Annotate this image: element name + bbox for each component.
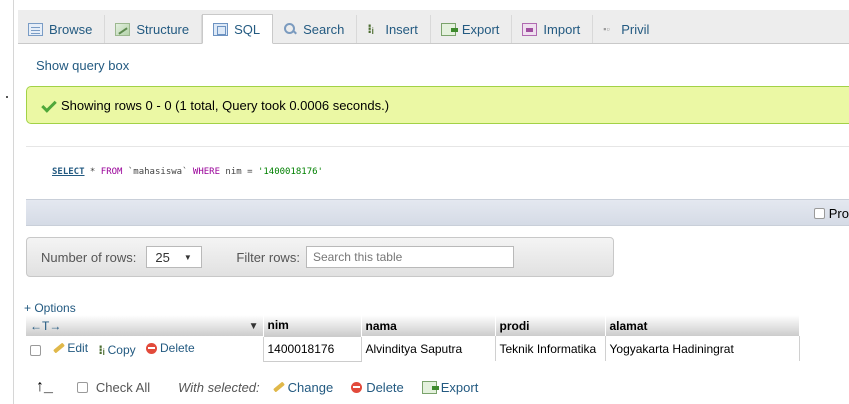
- top-menu-tabs: Browse Structure SQL Search ⁝ᵢ Insert Ex…: [18, 10, 849, 44]
- rows-count-label: Number of rows:: [41, 249, 137, 265]
- filter-rows-label: Filter rows:: [236, 249, 300, 265]
- tab-import-label: Import: [543, 21, 581, 37]
- tab-export-label: Export: [461, 21, 500, 37]
- profiling-toggle[interactable]: Pro: [813, 206, 849, 221]
- success-message: Showing rows 0 - 0 (1 total, Query took …: [26, 86, 849, 124]
- profiling-checkbox[interactable]: [813, 208, 825, 219]
- tab-import[interactable]: Import: [512, 15, 594, 43]
- bulk-delete-button[interactable]: Delete: [351, 380, 404, 395]
- insert-icon: ⁝ᵢ: [367, 21, 374, 36]
- sql-query-display: SELECT * FROM `mahasiswa` WHERE nim = '1…: [26, 146, 849, 198]
- row-delete-button[interactable]: Delete: [146, 341, 195, 355]
- pencil-icon: [272, 381, 284, 393]
- export-icon: [440, 22, 458, 36]
- show-query-box-link[interactable]: Show query box: [36, 58, 129, 73]
- check-icon: [41, 100, 55, 110]
- bulk-export-button[interactable]: Export: [421, 379, 479, 395]
- navigation-collapse-rail[interactable]: [0, 0, 14, 404]
- pencil-icon: [52, 342, 64, 354]
- profiling-label: Pro: [828, 206, 849, 221]
- sql-star: *: [84, 167, 101, 177]
- bulk-export-label: Export: [440, 379, 479, 395]
- tab-browse[interactable]: Browse: [18, 15, 106, 43]
- tab-sql[interactable]: SQL: [202, 14, 274, 44]
- navigation-bar: Number of rows: 25 ▼ Filter rows:: [26, 237, 614, 277]
- tab-browse-label: Browse: [49, 21, 93, 37]
- row-checkbox[interactable]: [30, 344, 41, 356]
- column-header-prodi[interactable]: prodi: [495, 315, 606, 336]
- check-all-checkbox[interactable]: [76, 381, 88, 393]
- sql-condition: nim =: [220, 167, 258, 177]
- sql-table-name: `mahasiswa`: [122, 167, 193, 177]
- results-table: ←T→ ▼ nim nama prodi alamat Edit ⁝ᵢ Copy: [26, 315, 800, 362]
- tab-export[interactable]: Export: [431, 15, 513, 43]
- export-icon: [421, 380, 439, 394]
- sql-query-toolbar: Pro: [26, 199, 849, 226]
- browse-icon: [28, 22, 43, 36]
- check-all-label: Check All: [95, 379, 151, 395]
- row-copy-button[interactable]: ⁝ᵢ Copy: [98, 343, 135, 357]
- collapse-grip-icon: [6, 96, 8, 98]
- check-all-toggle[interactable]: Check All: [76, 379, 151, 395]
- tab-insert-label: Insert: [385, 21, 418, 37]
- table-header-row: ←T→ ▼ nim nama prodi alamat: [26, 315, 800, 336]
- tab-structure-label: Structure: [136, 21, 190, 37]
- delete-icon: [351, 381, 363, 393]
- tab-sql-label: SQL: [234, 21, 261, 37]
- row-copy-label: Copy: [107, 342, 136, 357]
- delete-icon: [146, 342, 157, 354]
- select-arrow-icon: ↑_: [36, 378, 53, 395]
- rows-count-value: 25: [155, 249, 170, 265]
- sort-down-icon[interactable]: ▼: [249, 321, 259, 332]
- tab-search[interactable]: Search: [273, 15, 358, 43]
- options-link[interactable]: + Options: [24, 301, 76, 315]
- cell-alamat[interactable]: Yogyakarta Hadiningrat: [605, 336, 800, 361]
- tab-structure[interactable]: Structure: [105, 15, 203, 43]
- row-edit-label: Edit: [67, 340, 89, 355]
- table-row: Edit ⁝ᵢ Copy Delete 1400018176 Alvindity…: [26, 335, 800, 362]
- dropdown-arrow-icon: ▼: [183, 252, 192, 262]
- privileges-icon: ▪▫: [603, 23, 610, 34]
- column-header-nim[interactable]: nim: [263, 315, 362, 336]
- success-message-text: Showing rows 0 - 0 (1 total, Query took …: [61, 97, 390, 113]
- cell-prodi[interactable]: Teknik Informatika: [495, 336, 606, 361]
- column-header-alamat[interactable]: alamat: [605, 315, 800, 336]
- column-arrows-header[interactable]: ←T→ ▼: [26, 315, 264, 336]
- cell-nama[interactable]: Alvinditya Saputra: [361, 336, 496, 361]
- row-actions: Edit ⁝ᵢ Copy Delete: [26, 336, 264, 361]
- sql-value: '1400018176': [257, 167, 323, 177]
- structure-icon: [115, 22, 131, 36]
- sql-from-keyword: FROM: [100, 167, 123, 177]
- bulk-change-label: Change: [287, 379, 334, 395]
- sql-select-keyword-link[interactable]: SELECT: [52, 167, 85, 177]
- sql-query-code: SELECT * FROM `mahasiswa` WHERE nim = '1…: [52, 167, 323, 177]
- cell-nim[interactable]: 1400018176: [262, 335, 362, 362]
- with-selected-label: With selected:: [178, 379, 260, 395]
- import-icon: [522, 22, 538, 36]
- bulk-change-button[interactable]: Change: [272, 380, 334, 395]
- column-arrows-icon[interactable]: ←T→: [30, 319, 61, 333]
- sql-icon: [213, 22, 229, 36]
- tab-insert[interactable]: ⁝ᵢ Insert: [357, 15, 431, 43]
- rows-count-select[interactable]: 25 ▼: [146, 246, 203, 268]
- filter-rows-input[interactable]: [305, 246, 514, 268]
- copy-icon: ⁝ᵢ: [98, 342, 105, 357]
- bulk-delete-label: Delete: [366, 379, 404, 395]
- row-edit-button[interactable]: Edit: [52, 341, 88, 355]
- tab-privileges-label: Privil: [621, 21, 650, 37]
- bulk-actions-bar: ↑_ Check All With selected: Change Delet…: [36, 378, 496, 396]
- tab-privileges[interactable]: ▪▫ Privil: [593, 15, 661, 43]
- search-icon: [283, 22, 297, 36]
- tab-search-label: Search: [303, 21, 345, 37]
- row-delete-label: Delete: [160, 341, 195, 355]
- column-header-nama[interactable]: nama: [361, 315, 496, 336]
- sql-where-keyword: WHERE: [192, 167, 221, 177]
